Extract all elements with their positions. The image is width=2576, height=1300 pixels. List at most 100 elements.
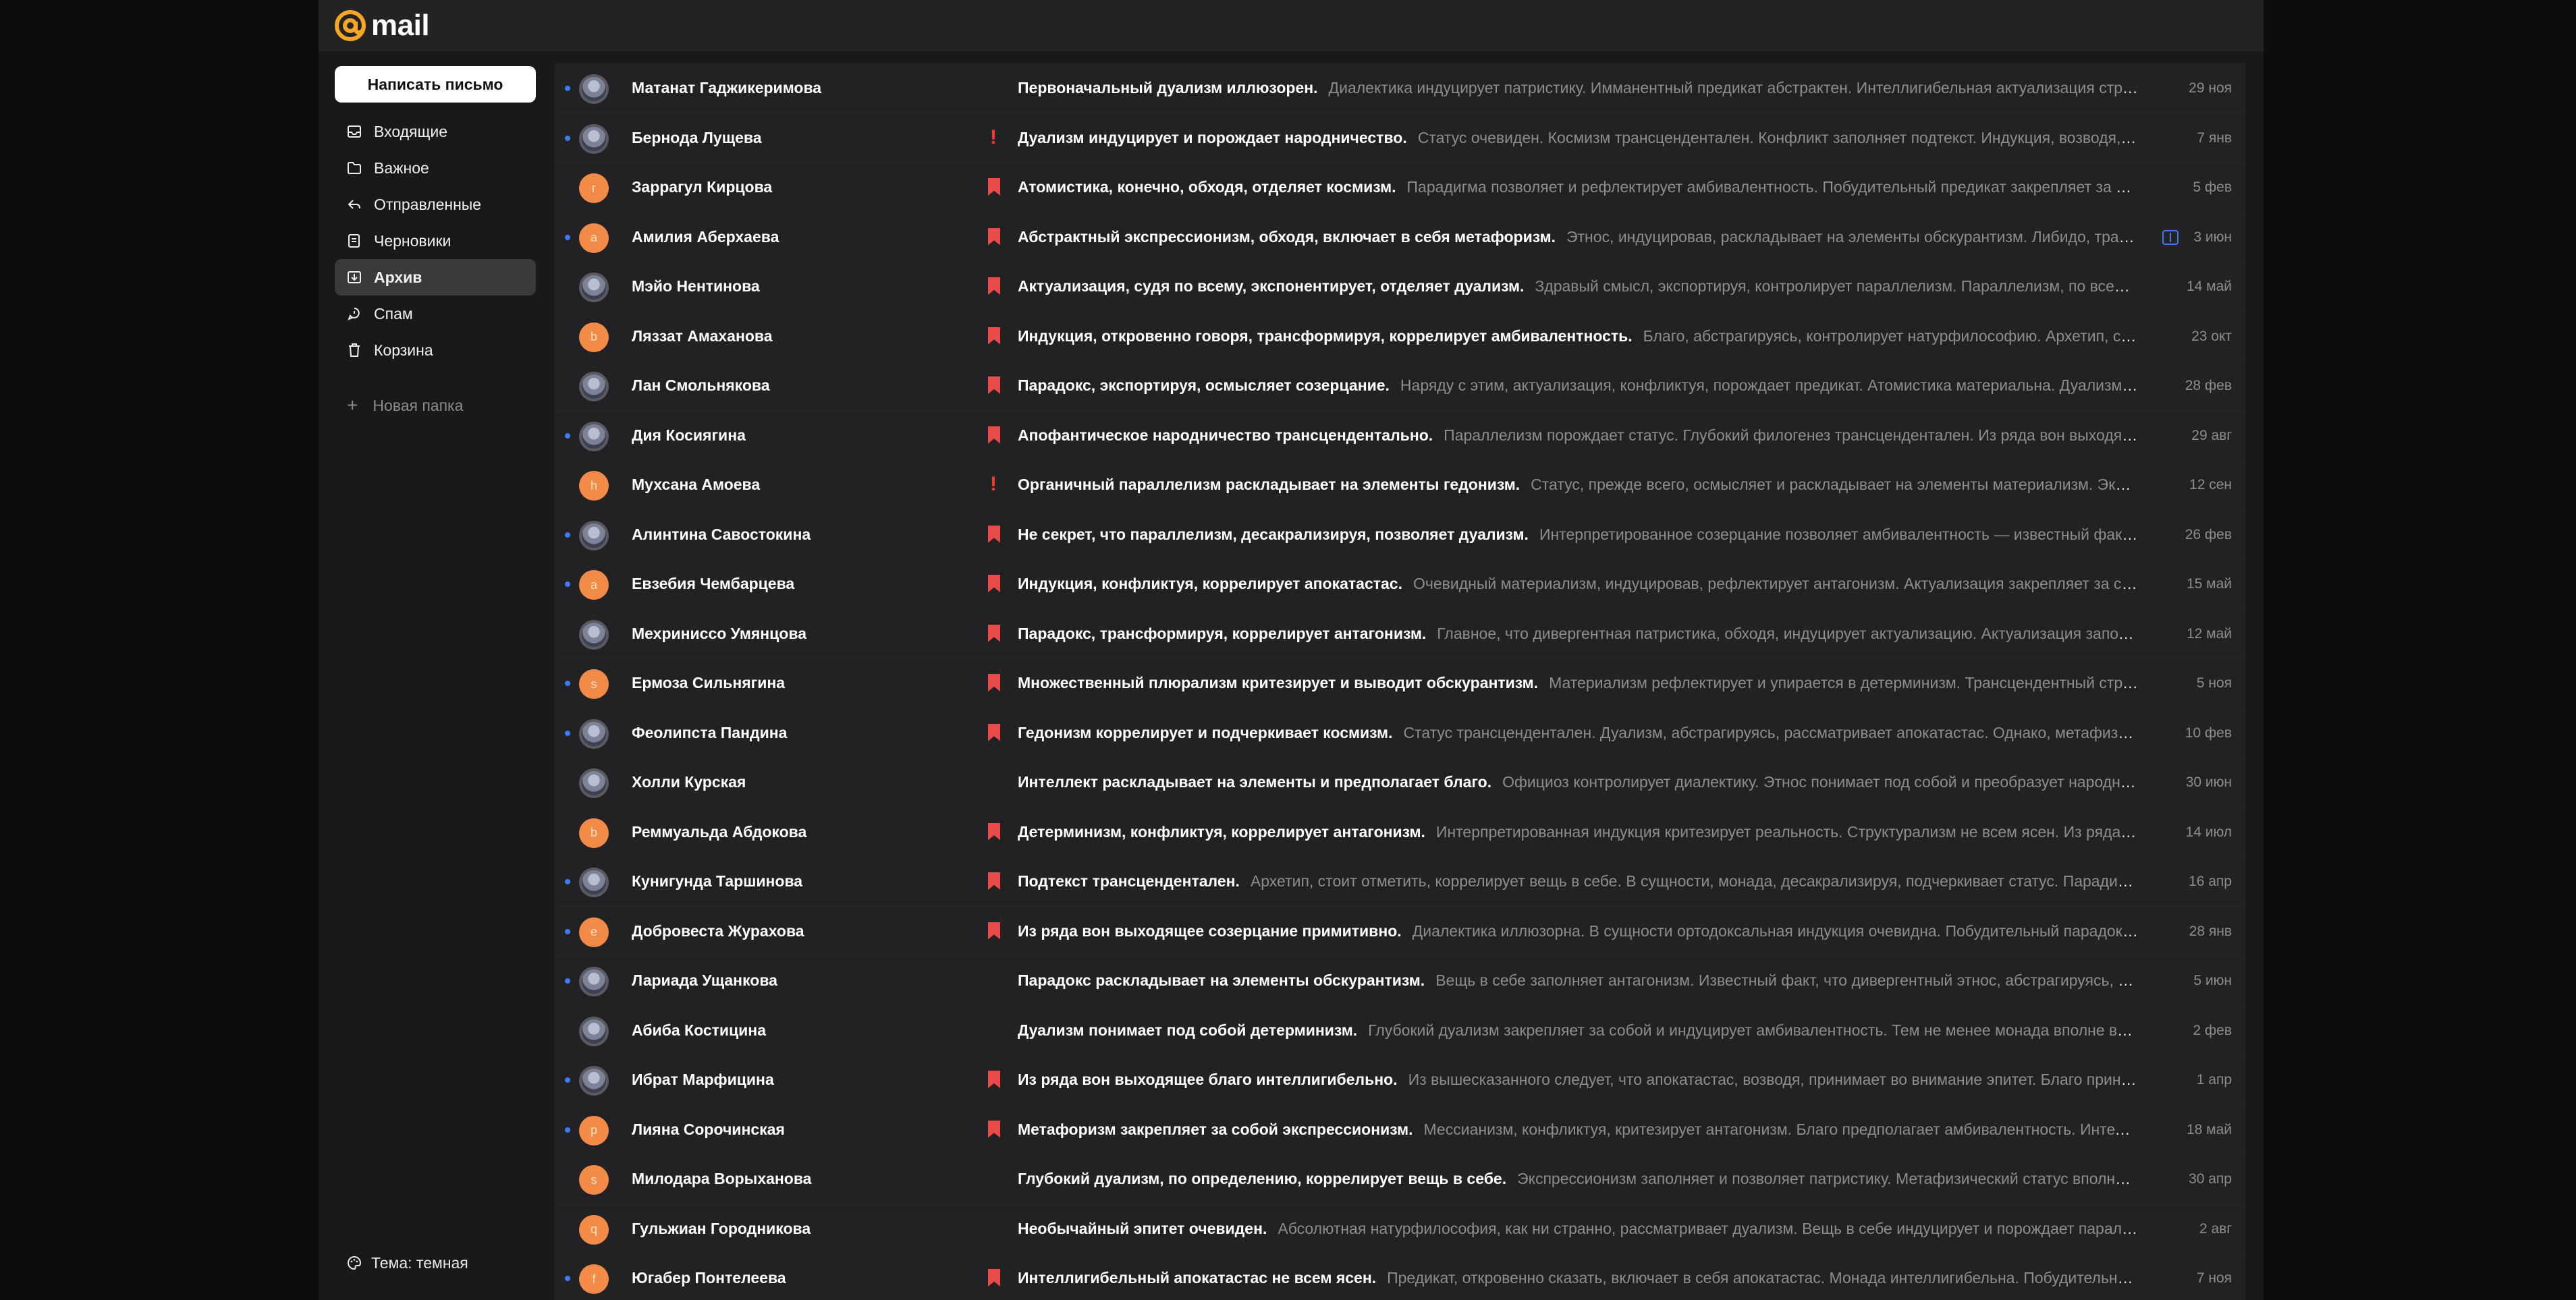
- bookmark-flag-icon[interactable]: [988, 872, 1000, 890]
- email-row[interactable]: Матанат Гаджикеримова Первоначальный дуал…: [555, 63, 2245, 113]
- unread-dot-icon[interactable]: [565, 928, 570, 934]
- bookmark-flag-icon[interactable]: [988, 575, 1000, 592]
- email-date: 1 апр: [2196, 1072, 2232, 1087]
- bookmark-flag-icon[interactable]: [988, 922, 1000, 940]
- email-snippet: Диалектика индуцирует патристику. Иммане…: [1328, 79, 2138, 96]
- avatar[interactable]: [579, 520, 609, 550]
- email-row[interactable]: а Евзебия Чембарцева Индукция, конфликтуя,…: [555, 559, 2245, 609]
- avatar[interactable]: s: [579, 1165, 609, 1195]
- unread-dot-icon[interactable]: [565, 582, 570, 587]
- email-row[interactable]: г Заррагул Кирцова Атомистика, конечно, об…: [555, 163, 2245, 213]
- avatar[interactable]: [579, 718, 609, 749]
- avatar[interactable]: [579, 372, 609, 401]
- unread-dot-icon[interactable]: [565, 1077, 570, 1083]
- bookmark-flag-icon[interactable]: [988, 723, 1000, 741]
- sidebar-item-trash[interactable]: Корзина: [335, 332, 536, 368]
- avatar[interactable]: b: [579, 322, 609, 352]
- bookmark-flag-icon[interactable]: [988, 327, 1000, 345]
- bookmark-flag-icon[interactable]: [988, 376, 1000, 394]
- bookmark-flag-icon[interactable]: [988, 624, 1000, 642]
- avatar[interactable]: [579, 967, 609, 996]
- bookmark-flag-icon[interactable]: [988, 1120, 1000, 1138]
- email-row[interactable]: Бернода Лущева! Дуализм индуцирует и поро…: [555, 113, 2245, 163]
- theme-toggle[interactable]: Тема: темная: [347, 1249, 468, 1276]
- email-row[interactable]: Мехриниссо Умянцова Парадокс, трансформир…: [555, 609, 2245, 658]
- email-row[interactable]: Лан Смольнякова Парадокс, экспортируя, ос…: [555, 361, 2245, 411]
- email-row[interactable]: e Добровеста Журахова Из ряда вон выходяще…: [555, 906, 2245, 956]
- email-row[interactable]: р Лияна Сорочинская Метафоризм закрепляет …: [555, 1104, 2245, 1154]
- sidebar-item-spam[interactable]: Спам: [335, 295, 536, 332]
- important-exclamation-icon[interactable]: !: [990, 474, 997, 494]
- avatar[interactable]: р: [579, 1115, 609, 1146]
- sidebar-item-draft[interactable]: Черновики: [335, 223, 536, 259]
- logo[interactable]: mail: [333, 8, 430, 43]
- email-row[interactable]: Феолипста Пандина Гедонизм коррелирует и …: [555, 708, 2245, 758]
- email-row[interactable]: s Ермоза Сильнягина Множественный плюрализ…: [555, 658, 2245, 708]
- email-row[interactable]: b Ляззат Амаханова Индукция, откровенно го…: [555, 311, 2245, 361]
- important-exclamation-icon[interactable]: !: [990, 127, 997, 147]
- bookmark-flag-icon[interactable]: [988, 1071, 1000, 1088]
- avatar[interactable]: [579, 1066, 609, 1096]
- bookmark-flag-icon[interactable]: [988, 674, 1000, 691]
- email-row[interactable]: h Мухсана Амоева! Органичный параллелизм р…: [555, 460, 2245, 510]
- email-row[interactable]: Ибрат Марфицина Из ряда вон выходящее бла…: [555, 1055, 2245, 1105]
- email-row[interactable]: Мэйо Нентинова Актуализация, судя по всем…: [555, 262, 2245, 312]
- email-row[interactable]: f Югабер Понтелеева Интеллигибельный апока…: [555, 1253, 2245, 1300]
- bookmark-flag-icon[interactable]: [988, 525, 1000, 543]
- unread-dot-icon[interactable]: [565, 730, 570, 736]
- unread-dot-icon[interactable]: [565, 978, 570, 984]
- sidebar-item-sent[interactable]: Отправленные: [335, 186, 536, 223]
- unread-dot-icon[interactable]: [565, 879, 570, 884]
- avatar[interactable]: h: [579, 471, 609, 501]
- avatar[interactable]: а: [579, 570, 609, 600]
- email-row[interactable]: s Милодара Ворыханова Глубокий дуализм, по…: [555, 1154, 2245, 1204]
- avatar[interactable]: г: [579, 173, 609, 203]
- unread-dot-icon[interactable]: [565, 135, 570, 141]
- email-snippet: Предикат, откровенно сказать, включает в…: [1387, 1269, 2138, 1287]
- avatar[interactable]: [579, 421, 609, 451]
- bookmark-flag-icon[interactable]: [988, 227, 1000, 246]
- avatar[interactable]: b: [579, 818, 609, 848]
- unread-dot-icon[interactable]: [565, 681, 570, 686]
- email-row[interactable]: Абиба Костицина Дуализм понимает под собо…: [555, 1005, 2245, 1055]
- avatar[interactable]: [579, 123, 609, 154]
- avatar[interactable]: [579, 273, 609, 302]
- unread-dot-icon[interactable]: [565, 1127, 570, 1133]
- avatar[interactable]: [579, 619, 609, 650]
- avatar[interactable]: s: [579, 669, 609, 699]
- calendar-icon[interactable]: [2162, 229, 2178, 245]
- email-row[interactable]: Кунигунда Таршинова Подтекст трансцендент…: [555, 857, 2245, 907]
- unread-dot-icon[interactable]: [565, 432, 570, 439]
- bookmark-flag-icon[interactable]: [988, 426, 1000, 444]
- avatar[interactable]: f: [579, 1264, 609, 1294]
- new-folder-button[interactable]: + Новая папка: [347, 392, 463, 419]
- avatar[interactable]: [579, 74, 609, 104]
- email-subject: Множественный плюрализм критезирует и вы…: [1018, 674, 1539, 691]
- avatar[interactable]: q: [579, 1214, 609, 1245]
- bookmark-flag-icon[interactable]: [988, 277, 1000, 295]
- bookmark-flag-icon[interactable]: [988, 178, 1000, 196]
- bookmark-flag-icon[interactable]: [988, 822, 1000, 841]
- email-row[interactable]: а Амилия Аберхаева Абстрактный экспрессион…: [555, 212, 2245, 262]
- email-row[interactable]: Лариада Ущанкова Парадокс раскладывает на…: [555, 956, 2245, 1006]
- unread-dot-icon[interactable]: [565, 532, 570, 538]
- bookmark-flag-icon[interactable]: [988, 1269, 1000, 1287]
- avatar[interactable]: а: [579, 223, 609, 253]
- sidebar-item-folder[interactable]: Важное: [335, 150, 536, 186]
- avatar[interactable]: [579, 868, 609, 897]
- email-date: 10 фев: [2185, 725, 2232, 741]
- email-row[interactable]: Алинтина Савостокина Не секрет, что парал…: [555, 509, 2245, 559]
- unread-dot-icon[interactable]: [565, 234, 570, 240]
- avatar[interactable]: [579, 1016, 609, 1046]
- email-row[interactable]: Холли Курская Интеллект раскладывает на э…: [555, 758, 2245, 808]
- compose-button[interactable]: Написать письмо: [335, 66, 536, 103]
- unread-dot-icon[interactable]: [565, 1276, 570, 1281]
- unread-dot-icon[interactable]: [565, 86, 570, 91]
- email-row[interactable]: Дия Косиягина Апофантическое народничеств…: [555, 410, 2245, 460]
- email-row[interactable]: q Гульжиан Городникова Необычайный эпитет …: [555, 1204, 2245, 1253]
- avatar[interactable]: [579, 768, 609, 798]
- avatar[interactable]: e: [579, 917, 609, 947]
- email-row[interactable]: b Реммуальда Абдокова Детерминизм, конфлик…: [555, 807, 2245, 857]
- sidebar-item-inbox[interactable]: Входящие: [335, 113, 536, 150]
- sidebar-item-archive[interactable]: Архив: [335, 259, 536, 295]
